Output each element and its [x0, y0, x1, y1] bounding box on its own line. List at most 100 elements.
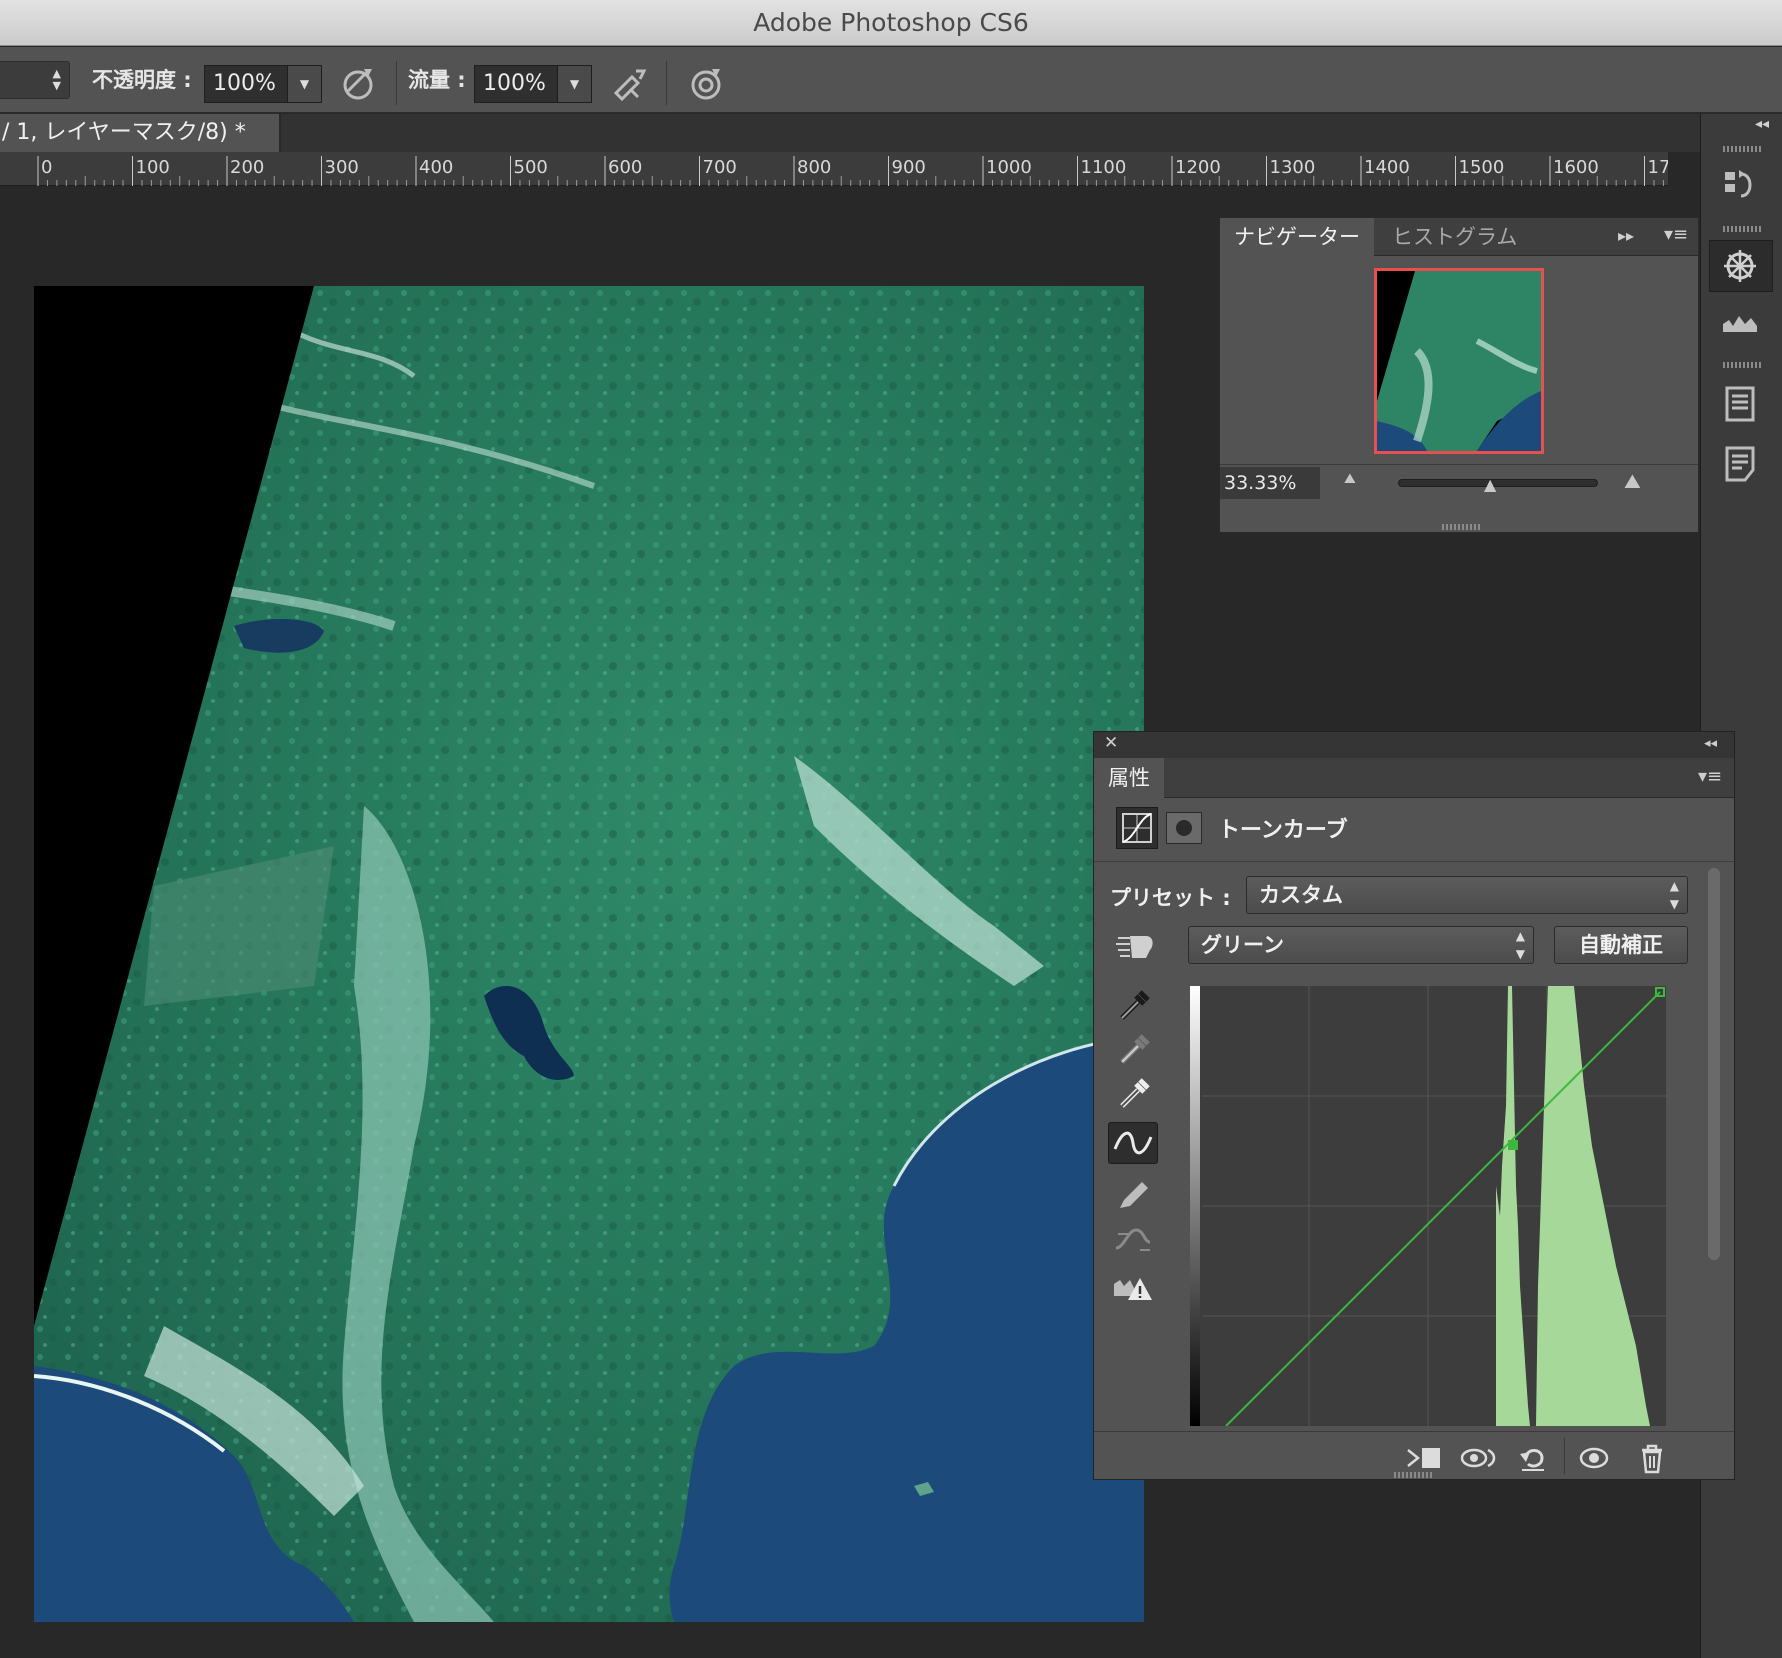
navigator-footer: 33.33% ⛰ ▲ ⛰	[1220, 464, 1698, 504]
curve-points-tool[interactable]	[1108, 1122, 1158, 1164]
tab-histogram[interactable]: ヒストグラム	[1378, 218, 1531, 256]
auto-button-label: 自動補正	[1579, 933, 1663, 957]
close-icon[interactable]: ✕	[1104, 733, 1118, 753]
flow-field[interactable]: 100% ▼	[474, 65, 592, 103]
opacity-value[interactable]: 100%	[213, 71, 276, 96]
properties-scrollbar[interactable]	[1708, 868, 1720, 1260]
mode-select[interactable]: ▲ ▼	[0, 61, 70, 99]
ruler-label: 1000	[986, 157, 1032, 178]
white-point-eyedropper-icon[interactable]	[1110, 1072, 1156, 1114]
dock-grip[interactable]	[1723, 146, 1761, 152]
satellite-image[interactable]	[34, 286, 1144, 1622]
view-previous-state-icon[interactable]	[1458, 1440, 1498, 1476]
window-title: Adobe Photoshop CS6	[753, 8, 1029, 37]
ruler-label: 0	[41, 157, 52, 178]
tab-properties[interactable]: 属性	[1094, 758, 1164, 798]
ruler-corner-gap	[1668, 152, 1700, 214]
pressure-size-icon[interactable]	[686, 63, 726, 103]
panel-menu-icon[interactable]: ▾≡	[1698, 766, 1722, 787]
updown-arrows-icon: ▲ ▼	[1669, 879, 1679, 911]
flow-label: 流量 :	[408, 68, 466, 92]
document-tab-title: / 1, レイヤーマスク/8) *	[2, 120, 246, 145]
preset-label: プリセット :	[1110, 886, 1231, 910]
navigator-tabs: ナビゲーター ヒストグラム ▸▸ ▾≡	[1220, 218, 1698, 256]
collapse-dock-icon[interactable]: ◂◂	[1755, 116, 1769, 132]
clip-to-layer-icon[interactable]	[1404, 1440, 1444, 1476]
ruler-label: 700	[703, 157, 737, 178]
ruler-label: 1200	[1175, 157, 1221, 178]
zoom-in-icon[interactable]: ⛰	[1624, 469, 1641, 493]
separator	[666, 61, 667, 105]
panel-resize-grip[interactable]	[1394, 1472, 1432, 1478]
document-tab[interactable]: / 1, レイヤーマスク/8) *	[0, 114, 280, 152]
layer-mask-icon[interactable]	[1166, 812, 1202, 844]
panel-resize-grip[interactable]	[1442, 524, 1480, 530]
histogram-dock-icon[interactable]	[1711, 296, 1769, 348]
tab-histogram-label: ヒストグラム	[1392, 225, 1518, 249]
ruler-label: 400	[419, 157, 453, 178]
tab-properties-label: 属性	[1108, 766, 1150, 790]
navigator-preview[interactable]	[1374, 268, 1544, 454]
dock-grip[interactable]	[1723, 362, 1761, 368]
dock-grip[interactable]	[1723, 226, 1761, 232]
zoom-slider[interactable]	[1398, 479, 1598, 487]
channel-value: グリーン	[1201, 933, 1284, 957]
adjustment-title: トーンカーブ	[1218, 818, 1348, 843]
ruler-label: 500	[514, 157, 548, 178]
pencil-draw-icon[interactable]	[1110, 1174, 1156, 1216]
ruler-label: 1400	[1364, 157, 1410, 178]
chevron-down-icon[interactable]: ▼	[287, 66, 321, 102]
reset-icon[interactable]	[1514, 1440, 1554, 1476]
clipping-warning-icon[interactable]	[1110, 1266, 1156, 1308]
navigator-panel: ナビゲーター ヒストグラム ▸▸ ▾≡ 33.33% ⛰ ▲ ⛰	[1219, 217, 1699, 533]
airbrush-icon[interactable]	[610, 63, 650, 103]
history-icon[interactable]	[1711, 160, 1769, 212]
ruler-label: 900	[892, 157, 926, 178]
curves-graph[interactable]	[1190, 986, 1666, 1426]
ruler-label: 1300	[1270, 157, 1316, 178]
flow-value[interactable]: 100%	[483, 71, 546, 96]
properties-tabs: 属性 ▾≡	[1094, 758, 1734, 798]
opacity-label: 不透明度 :	[92, 68, 192, 92]
chevron-down-icon[interactable]: ▼	[557, 66, 591, 102]
trash-icon[interactable]	[1632, 1440, 1672, 1476]
notes-dock-icon[interactable]	[1711, 438, 1769, 490]
gray-point-eyedropper-icon[interactable]	[1110, 1028, 1156, 1070]
targeted-adjustment-icon[interactable]	[1112, 928, 1158, 964]
properties-dock-icon[interactable]	[1711, 378, 1769, 430]
smooth-curve-icon[interactable]	[1110, 1218, 1156, 1260]
curve-control-point[interactable]	[1508, 1140, 1518, 1150]
ruler-label: 1100	[1081, 157, 1127, 178]
panel-titlebar: ✕ ◂◂	[1094, 732, 1734, 758]
collapse-panel-icon[interactable]: ◂◂	[1704, 736, 1717, 751]
opacity-field[interactable]: 100% ▼	[204, 65, 322, 103]
visibility-eye-icon[interactable]	[1574, 1440, 1614, 1476]
tab-strip-bg	[281, 114, 1700, 152]
pressure-opacity-icon[interactable]	[338, 63, 378, 103]
panel-menu-icon[interactable]: ▾≡	[1664, 224, 1688, 245]
ruler-ticks: 0 100 200 300 400 500 600 700 800 900 1000 1100 1200…	[37, 156, 1669, 186]
horizontal-ruler[interactable]: 0 100 200 300 400 500 600 700 800 900 1000 1100 1200…	[0, 152, 1668, 186]
navigator-dock-icon[interactable]	[1711, 240, 1769, 292]
separator	[396, 61, 397, 105]
channel-select[interactable]: グリーン ▲ ▼	[1188, 926, 1534, 964]
zoom-slider-handle[interactable]: ▲	[1484, 475, 1496, 494]
zoom-value[interactable]: 33.33%	[1220, 467, 1320, 499]
zoom-out-icon[interactable]: ⛰	[1344, 471, 1356, 487]
curve-canvas[interactable]	[1190, 986, 1666, 1426]
auto-button[interactable]: 自動補正	[1554, 926, 1688, 964]
black-point-eyedropper-icon[interactable]	[1110, 984, 1156, 1026]
ruler-label: 17	[1648, 157, 1669, 178]
tab-navigator[interactable]: ナビゲーター	[1220, 218, 1374, 256]
curve-tool-icon	[1113, 1131, 1153, 1155]
preset-value: カスタム	[1259, 883, 1343, 907]
ruler-label: 100	[136, 157, 170, 178]
ruler-label: 200	[230, 157, 264, 178]
ruler-label: 600	[608, 157, 642, 178]
ruler-label: 800	[797, 157, 831, 178]
preset-select[interactable]: カスタム ▲ ▼	[1246, 876, 1688, 914]
curves-adjustment-icon[interactable]	[1116, 807, 1158, 849]
updown-arrows-icon: ▲ ▼	[52, 67, 61, 92]
expand-icon[interactable]: ▸▸	[1618, 226, 1634, 245]
ruler-label: 1500	[1459, 157, 1505, 178]
